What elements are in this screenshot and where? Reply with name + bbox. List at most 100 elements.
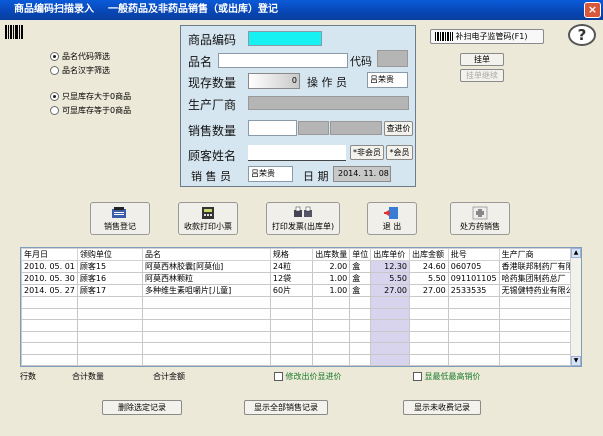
col-header[interactable]: 批号 xyxy=(447,248,500,261)
table-cell: 阿莫西林颗粒 xyxy=(142,272,271,285)
radio-icon[interactable] xyxy=(50,92,59,101)
edit-price-checkbox[interactable]: 修改出价显进价 xyxy=(274,371,342,382)
prescription-sale-button[interactable]: 处方药销售 xyxy=(450,202,510,235)
table-row[interactable]: 2014. 05. 27 顾客17 多种维生素咀嚼片[儿童] 60片 1.00 … xyxy=(21,284,581,297)
scroll-down-icon[interactable]: ▼ xyxy=(571,356,581,366)
checkbox-icon[interactable] xyxy=(274,372,283,381)
col-header[interactable]: 出库单价 xyxy=(370,248,411,261)
table-cell xyxy=(312,296,351,309)
radio-label: 品名汉字筛选 xyxy=(62,66,110,75)
title-bar: 商品编码扫描录入 一般药品及非药品销售（或出库）登记 xyxy=(0,0,603,20)
salesperson-field[interactable]: 吕荣贵 xyxy=(248,166,293,182)
radio-name-filter[interactable]: 品名汉字筛选 xyxy=(50,65,110,76)
col-header[interactable]: 出库金额 xyxy=(409,248,449,261)
show-high-low-checkbox[interactable]: 显最低最高销价 xyxy=(413,371,481,382)
col-header[interactable]: 出库数量 xyxy=(312,248,351,261)
operator-field[interactable]: 吕荣贵 xyxy=(367,72,408,88)
help-icon[interactable]: ? xyxy=(568,24,596,46)
table-row-empty[interactable] xyxy=(21,342,581,355)
radio-code-filter[interactable]: 品名代码筛选 xyxy=(50,51,110,62)
table-cell xyxy=(142,307,271,320)
scan-regulatory-code-button[interactable]: 补扫电子监管码(F1) xyxy=(430,29,544,44)
col-header[interactable]: 单位 xyxy=(349,248,372,261)
resume-order-button[interactable]: 挂单继续 xyxy=(460,69,504,82)
table-row-empty[interactable] xyxy=(21,296,581,309)
show-all-records-button[interactable]: 显示全部销售记录 xyxy=(244,400,328,415)
table-cell xyxy=(409,307,449,320)
print-receipt-label: 收款打印小票 xyxy=(184,222,232,231)
radio-icon[interactable] xyxy=(50,106,59,115)
table-cell xyxy=(349,353,372,366)
price-field-2 xyxy=(330,121,382,135)
table-cell: 2010. 05. 30 xyxy=(21,272,78,285)
vertical-scrollbar[interactable]: ▲ ▼ xyxy=(570,248,581,366)
col-header[interactable]: 领购单位 xyxy=(76,248,144,261)
col-header[interactable]: 规格 xyxy=(269,248,314,261)
col-header[interactable]: 生产厂商 xyxy=(498,248,581,261)
product-code-input[interactable] xyxy=(248,31,322,46)
hang-order-button[interactable]: 挂单 xyxy=(460,53,504,66)
table-cell xyxy=(349,342,372,355)
table-row[interactable]: 2010. 05. 01 顾客15 阿莫西林胶囊[阿莫仙] 24粒 2.00 盒… xyxy=(21,260,581,273)
table-cell: 多种维生素咀嚼片[儿童] xyxy=(142,284,271,297)
table-cell: 香港联邦制药厂有限 xyxy=(498,260,581,273)
table-cell xyxy=(312,342,351,355)
table-cell xyxy=(498,365,581,366)
customer-input[interactable] xyxy=(248,145,346,161)
table-cell xyxy=(76,353,144,366)
table-cell xyxy=(76,307,144,320)
table-cell xyxy=(447,353,500,366)
sale-qty-input[interactable] xyxy=(248,120,297,136)
table-cell xyxy=(498,319,581,332)
radio-stock-gt-zero[interactable]: 只显库存大于0商品 xyxy=(50,91,131,102)
table-row-empty[interactable] xyxy=(21,330,581,343)
print-receipt-button[interactable]: 收款打印小票 xyxy=(178,202,238,235)
delete-record-button[interactable]: 删除选定记录 xyxy=(102,400,182,415)
radio-label: 只显库存大于0商品 xyxy=(62,92,132,101)
table-row-empty[interactable] xyxy=(21,353,581,366)
empty-rows xyxy=(21,296,581,366)
table-cell xyxy=(269,296,314,309)
col-header[interactable]: 品名 xyxy=(142,248,271,261)
table-cell xyxy=(409,296,449,309)
radio-icon[interactable] xyxy=(50,52,59,61)
sales-table[interactable]: 年月日 领购单位 品名 规格 出库数量 单位 出库单价 出库金额 批号 生产厂商… xyxy=(20,247,582,367)
table-cell xyxy=(76,319,144,332)
sale-register-button[interactable]: 销售登记 xyxy=(90,202,150,235)
total-qty-label: 合计数量 xyxy=(72,372,104,381)
close-button[interactable]: × xyxy=(584,2,601,18)
table-cell: 1.00 xyxy=(312,272,351,285)
total-amount-label: 合计金额 xyxy=(153,372,185,381)
checkbox-label: 修改出价显进价 xyxy=(285,372,342,381)
table-cell xyxy=(370,307,411,320)
print-invoice-button[interactable]: 打印发票(出库单) xyxy=(266,202,340,235)
product-name-input[interactable] xyxy=(218,53,348,68)
table-row-empty[interactable] xyxy=(21,319,581,332)
calculator-icon xyxy=(202,207,214,219)
table-cell: 24.60 xyxy=(409,260,449,273)
member-button[interactable]: *会员 xyxy=(386,145,413,160)
table-row-empty[interactable] xyxy=(21,307,581,320)
non-member-button[interactable]: *非会员 xyxy=(350,145,384,160)
table-cell: 091101105 xyxy=(447,272,500,285)
table-cell xyxy=(21,296,78,309)
check-price-button[interactable]: 查进价 xyxy=(384,121,413,136)
table-cell xyxy=(498,296,581,309)
show-unpaid-records-button[interactable]: 显示未收费记录 xyxy=(403,400,481,415)
radio-icon[interactable] xyxy=(50,66,59,75)
table-cell: 12袋 xyxy=(269,272,314,285)
scroll-up-icon[interactable]: ▲ xyxy=(571,248,581,258)
exit-button[interactable]: 退 出 xyxy=(367,202,417,235)
table-row-empty[interactable] xyxy=(21,365,581,366)
table-cell xyxy=(269,342,314,355)
table-cell: 2533535 xyxy=(447,284,500,297)
radio-stock-ge-zero[interactable]: 可显库存等于0商品 xyxy=(50,105,131,116)
table-cell xyxy=(21,365,78,366)
table-cell xyxy=(409,353,449,366)
table-cell xyxy=(76,330,144,343)
checkbox-icon[interactable] xyxy=(413,372,422,381)
table-cell xyxy=(76,342,144,355)
col-header[interactable]: 年月日 xyxy=(21,248,78,261)
table-cell xyxy=(349,296,372,309)
table-row[interactable]: 2010. 05. 30 顾客16 阿莫西林颗粒 12袋 1.00 盒 5.50… xyxy=(21,272,581,285)
